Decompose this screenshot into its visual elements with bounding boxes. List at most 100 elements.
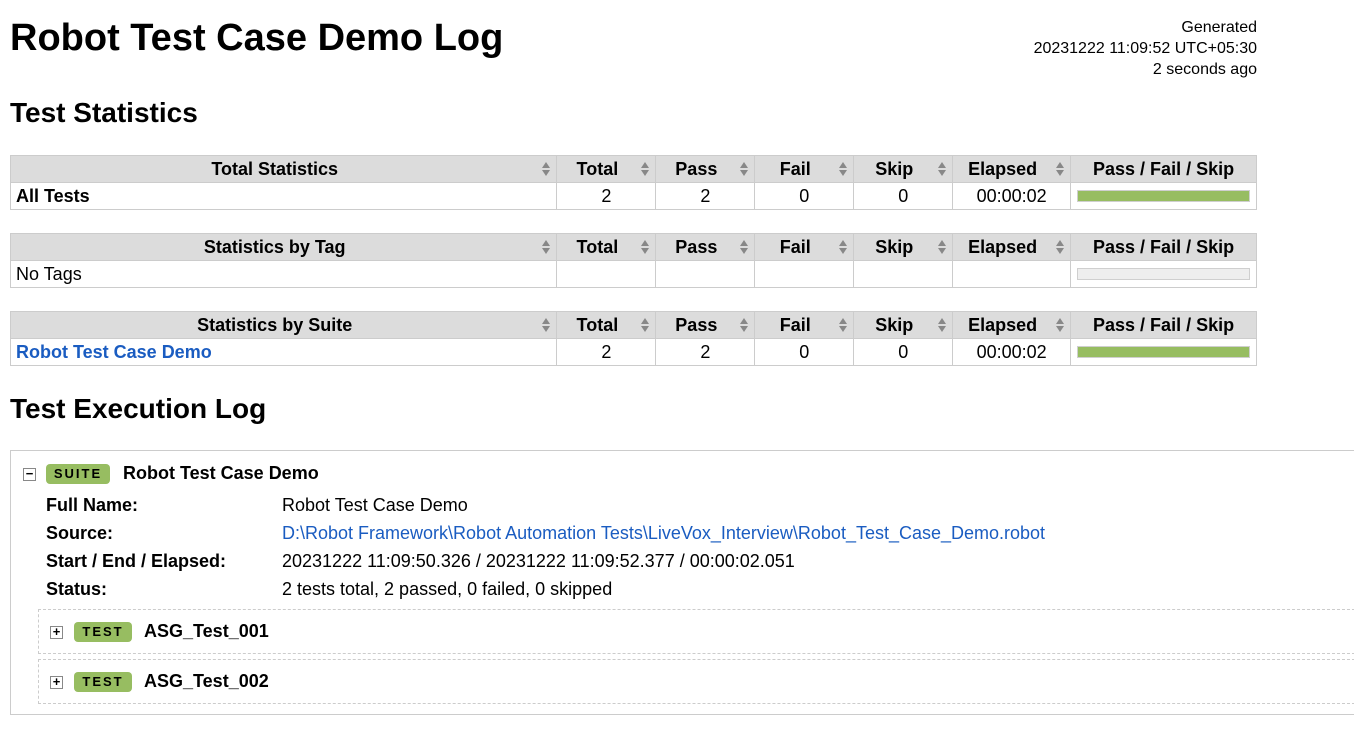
sort-icon (1056, 240, 1065, 254)
sort-icon (938, 318, 947, 332)
pass-bar-fill (1078, 191, 1249, 201)
column-elapsed[interactable]: Elapsed (952, 155, 1072, 183)
column-total[interactable]: Total (556, 233, 657, 261)
times-label: Start / End / Elapsed: (46, 551, 227, 571)
source-link[interactable]: D:\Robot Framework\Robot Automation Test… (282, 519, 1045, 547)
column-total[interactable]: Total (556, 155, 657, 183)
sort-icon (542, 318, 551, 332)
tag-statistics-header[interactable]: Statistics by Tag (9, 233, 558, 261)
generated-time: 20231222 11:09:52 UTC+05:30 (1033, 40, 1257, 57)
column-pass[interactable]: Pass (655, 155, 756, 183)
status-value: 2 tests total, 2 passed, 0 failed, 0 ski… (282, 579, 613, 599)
column-skip[interactable]: Skip (853, 233, 954, 261)
column-pass[interactable]: Pass (655, 233, 756, 261)
full-name-label: Full Name: (46, 495, 139, 515)
column-elapsed[interactable]: Elapsed (952, 311, 1072, 339)
source-row: Source: D:\Robot Framework\Robot Automat… (46, 519, 1045, 547)
times-value: 20231222 11:09:50.326 / 20231222 11:09:5… (282, 551, 795, 571)
test-item[interactable]: + TEST ASG_Test_001 (38, 609, 1354, 654)
row-pass: 2 (655, 338, 756, 366)
times-row: Start / End / Elapsed: 20231222 11:09:50… (46, 547, 1045, 575)
row-skip: 0 (853, 338, 954, 366)
total-statistics-table: Total Statistics Total Pass Fail Skip El… (9, 155, 1257, 210)
page-title: Robot Test Case Demo Log (10, 17, 504, 59)
test-name[interactable]: ASG_Test_001 (144, 620, 269, 642)
row-fail (754, 260, 855, 288)
suite-label-badge: SUITE (46, 464, 110, 484)
status-row: Status: 2 tests total, 2 passed, 0 faile… (46, 575, 1045, 603)
row-skip (853, 260, 954, 288)
row-elapsed: 00:00:02 (952, 182, 1072, 210)
tag-statistics-table: Statistics by Tag Total Pass Fail Skip E… (9, 233, 1257, 288)
column-pass-fail-skip: Pass / Fail / Skip (1070, 155, 1257, 183)
row-graph (1070, 338, 1257, 366)
sort-icon (542, 162, 551, 176)
column-pass-fail-skip: Pass / Fail / Skip (1070, 311, 1257, 339)
full-name-value: Robot Test Case Demo (282, 495, 468, 515)
test-label-badge: TEST (74, 672, 132, 692)
suite-statistics-table: Statistics by Suite Total Pass Fail Skip… (9, 311, 1257, 366)
column-fail[interactable]: Fail (754, 311, 855, 339)
column-pass-fail-skip: Pass / Fail / Skip (1070, 233, 1257, 261)
generated-info: Generated 20231222 11:09:52 UTC+05:30 2 … (1034, 17, 1257, 80)
pass-fail-skip-bar (1077, 268, 1250, 280)
expand-toggle-icon[interactable]: + (50, 625, 63, 639)
column-fail[interactable]: Fail (754, 233, 855, 261)
test-name[interactable]: ASG_Test_002 (144, 670, 269, 692)
column-elapsed[interactable]: Elapsed (952, 233, 1072, 261)
sort-icon (938, 240, 947, 254)
sort-icon (1056, 318, 1065, 332)
sort-icon (839, 318, 848, 332)
row-name: All Tests (9, 182, 558, 210)
row-pass (655, 260, 756, 288)
row-total: 2 (556, 338, 657, 366)
execution-log-panel: − SUITE Robot Test Case Demo Full Name: … (10, 450, 1354, 715)
pass-fail-skip-bar (1077, 190, 1250, 202)
suite-name[interactable]: Robot Test Case Demo (123, 462, 319, 484)
sort-icon (542, 240, 551, 254)
sort-icon (641, 162, 650, 176)
suite-metadata: Full Name: Robot Test Case Demo Source: … (46, 491, 1045, 603)
generated-label: Generated (1181, 19, 1257, 36)
column-skip[interactable]: Skip (853, 311, 954, 339)
row-graph (1070, 182, 1257, 210)
column-pass[interactable]: Pass (655, 311, 756, 339)
test-label-badge: TEST (74, 622, 132, 642)
pass-fail-skip-bar (1077, 346, 1250, 358)
row-graph (1070, 260, 1257, 288)
full-name-row: Full Name: Robot Test Case Demo (46, 491, 1045, 519)
row-pass: 2 (655, 182, 756, 210)
sort-icon (1056, 162, 1065, 176)
row-fail: 0 (754, 338, 855, 366)
expand-toggle-icon[interactable]: + (50, 675, 63, 689)
column-total[interactable]: Total (556, 311, 657, 339)
status-label: Status: (46, 579, 108, 599)
row-elapsed (952, 260, 1072, 288)
sort-icon (938, 162, 947, 176)
pass-bar-fill (1078, 347, 1249, 357)
total-statistics-header[interactable]: Total Statistics (9, 155, 558, 183)
row-elapsed: 00:00:02 (952, 338, 1072, 366)
sort-icon (740, 162, 749, 176)
row-name: Robot Test Case Demo (9, 338, 558, 366)
suite-statistics-header[interactable]: Statistics by Suite (9, 311, 558, 339)
column-skip[interactable]: Skip (853, 155, 954, 183)
table-row[interactable]: All Tests 2 2 0 0 00:00:02 (9, 182, 1257, 210)
row-skip: 0 (853, 182, 954, 210)
suite-link[interactable]: Robot Test Case Demo (16, 342, 212, 362)
sort-icon (641, 318, 650, 332)
column-fail[interactable]: Fail (754, 155, 855, 183)
generated-ago: 2 seconds ago (1152, 61, 1257, 78)
sort-icon (740, 318, 749, 332)
source-label: Source: (46, 523, 114, 543)
collapse-toggle-icon[interactable]: − (23, 467, 36, 481)
sort-icon (839, 240, 848, 254)
table-row[interactable]: Robot Test Case Demo 2 2 0 0 00:00:02 (9, 338, 1257, 366)
row-total: 2 (556, 182, 657, 210)
row-total (556, 260, 657, 288)
statistics-heading: Test Statistics (10, 97, 198, 128)
test-item[interactable]: + TEST ASG_Test_002 (38, 659, 1354, 704)
sort-icon (839, 162, 848, 176)
sort-icon (740, 240, 749, 254)
sort-icon (641, 240, 650, 254)
